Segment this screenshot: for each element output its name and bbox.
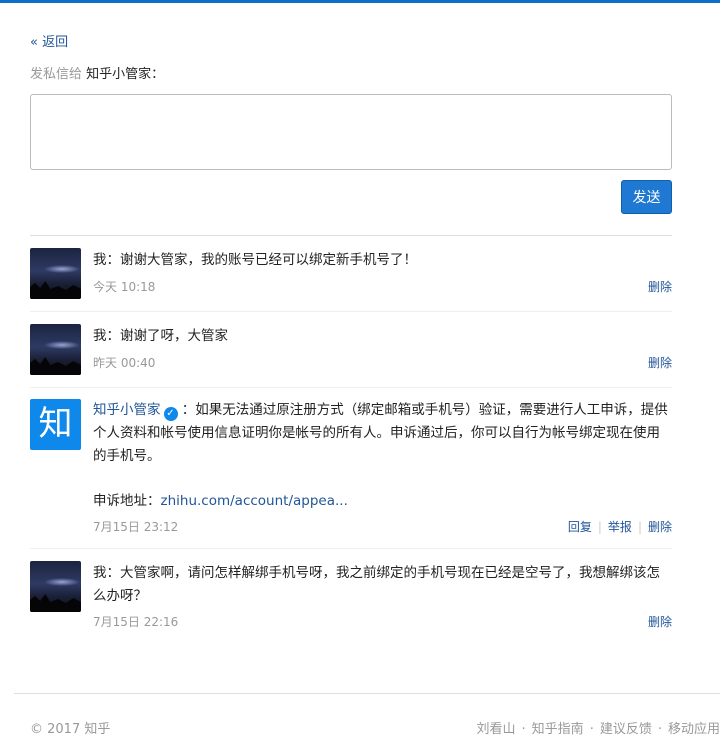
footer-separator: · <box>589 722 594 737</box>
compose-suffix: ： <box>151 67 165 82</box>
footer-divider <box>14 693 720 694</box>
report-link[interactable]: 举报 <box>608 520 632 534</box>
message-item: 我：谢谢大管家，我的账号已经可以绑定新手机号了！ 今天 10:18 删除 <box>30 248 672 300</box>
message-text: 我：谢谢大管家，我的账号已经可以绑定新手机号了！ <box>93 249 672 272</box>
message-time: 今天 10:18 <box>93 280 156 294</box>
back-link[interactable]: « 返回 <box>30 31 68 50</box>
sender-separator: ： <box>106 252 121 268</box>
avatar[interactable]: 知 <box>30 399 81 450</box>
message-divider <box>30 311 672 312</box>
message-input[interactable] <box>30 94 672 170</box>
message-content: 如果无法通过原注册方式（绑定邮箱或手机号）验证，需要进行人工申诉，提供个人资料和… <box>93 402 668 464</box>
sender-separator: ： <box>181 402 196 418</box>
avatar[interactable] <box>30 324 81 375</box>
action-separator: | <box>597 520 602 534</box>
top-accent-bar <box>0 0 720 3</box>
appeal-line: 申诉地址：zhihu.com/account/appea... <box>93 490 672 513</box>
message-content: 谢谢大管家，我的账号已经可以绑定新手机号了！ <box>120 252 417 268</box>
footer-separator: · <box>521 722 526 737</box>
reply-link[interactable]: 回复 <box>568 520 592 534</box>
footer-separator: · <box>657 722 662 737</box>
copyright: © 2017 知乎 <box>30 722 111 737</box>
message-time: 7月15日 23:12 <box>93 520 179 534</box>
message-divider <box>30 548 672 549</box>
footer-link-guide[interactable]: 知乎指南 <box>532 722 584 737</box>
compose-recipient-line: 发私信给 知乎小管家： <box>30 63 164 82</box>
message-divider <box>30 387 672 388</box>
verified-check-icon: ✓ <box>163 407 178 421</box>
action-separator: | <box>637 520 642 534</box>
message-sender: 我 <box>93 252 107 268</box>
message-text: 我：大管家啊，请问怎样解绑手机号呀，我之前绑定的手机号现在已经是空号了，我想解绑… <box>93 562 672 608</box>
avatar[interactable] <box>30 248 81 299</box>
footer-link-liukanshan[interactable]: 刘看山 <box>477 722 516 737</box>
message-sender: 我 <box>93 565 107 581</box>
message-sender: 我 <box>93 328 107 344</box>
message-text: 我：谢谢了呀，大管家 <box>93 325 672 348</box>
delete-link[interactable]: 删除 <box>648 356 672 370</box>
message-text: 知乎小管家 ✓ ：如果无法通过原注册方式（绑定邮箱或手机号）验证，需要进行人工申诉… <box>93 399 672 468</box>
message-item: 我：大管家啊，请问怎样解绑手机号呀，我之前绑定的手机号现在已经是空号了，我想解绑… <box>30 561 672 631</box>
delete-link[interactable]: 删除 <box>648 520 672 534</box>
sender-separator: ： <box>106 565 121 581</box>
footer-links: 刘看山 · 知乎指南 · 建议反馈 · 移动应用 <box>477 718 720 737</box>
message-time: 7月15日 22:16 <box>93 615 179 629</box>
message-content: 大管家啊，请问怎样解绑手机号呀，我之前绑定的手机号现在已经是空号了，我想解绑该怎… <box>93 565 660 604</box>
sender-separator: ： <box>106 328 121 344</box>
appeal-label: 申诉地址： <box>93 493 161 509</box>
compose-divider <box>30 235 672 236</box>
footer-link-feedback[interactable]: 建议反馈 <box>600 722 652 737</box>
message-item: 我：谢谢了呀，大管家 昨天 00:40 删除 <box>30 324 672 376</box>
footer-link-mobile-app[interactable]: 移动应用 <box>668 722 720 737</box>
message-content: 谢谢了呀，大管家 <box>120 328 228 344</box>
message-time: 昨天 00:40 <box>93 356 156 370</box>
avatar[interactable] <box>30 561 81 612</box>
compose-prefix: 发私信给 <box>30 67 83 82</box>
message-sender-link[interactable]: 知乎小管家 <box>93 402 161 418</box>
message-item: 知 知乎小管家 ✓ ：如果无法通过原注册方式（绑定邮箱或手机号）验证，需要进行人工… <box>30 399 672 539</box>
appeal-url-link[interactable]: zhihu.com/account/appea... <box>161 493 348 509</box>
compose-recipient: 知乎小管家 <box>86 67 152 82</box>
delete-link[interactable]: 删除 <box>648 280 672 294</box>
delete-link[interactable]: 删除 <box>648 615 672 629</box>
send-button[interactable]: 发送 <box>621 180 672 214</box>
